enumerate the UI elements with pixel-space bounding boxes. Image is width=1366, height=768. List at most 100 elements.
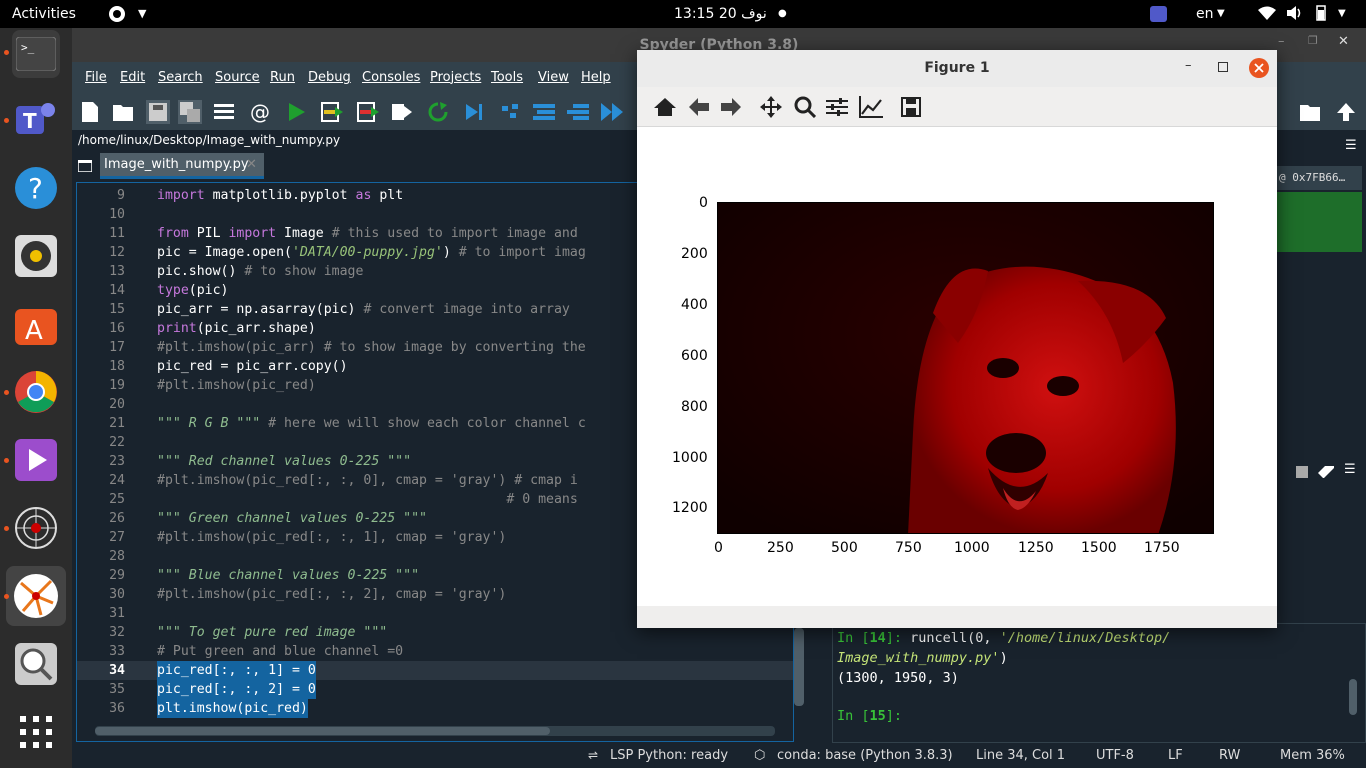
running-indicator	[4, 526, 9, 531]
app-menu-arrow-icon[interactable]: ▼	[138, 0, 146, 28]
run-cell-advance-icon[interactable]	[356, 100, 380, 124]
teams-tray-icon[interactable]	[1150, 6, 1167, 25]
language-indicator[interactable]: en	[1196, 0, 1214, 28]
tab-image-with-numpy[interactable]: Image_with_numpy.py ✕	[100, 153, 264, 179]
code-line[interactable]: 36 plt.imshow(pic_red)	[77, 699, 793, 718]
svg-text:T: T	[23, 109, 37, 133]
figure-minimize-icon[interactable]: –	[1185, 58, 1192, 73]
editor-hscrollbar[interactable]	[95, 726, 775, 736]
stop-icon[interactable]	[1296, 466, 1308, 482]
figure-close-icon[interactable]	[1249, 58, 1269, 82]
menu-search[interactable]: Search	[158, 70, 203, 85]
figure-title: Figure 1	[637, 50, 1277, 87]
back-icon[interactable]	[687, 95, 711, 119]
spyder-close-icon[interactable]: ✕	[1338, 34, 1349, 49]
home-icon[interactable]	[653, 95, 677, 119]
y-tick-label: 200	[681, 246, 708, 262]
app-menu-icon[interactable]	[108, 5, 126, 26]
wifi-icon[interactable]	[1258, 6, 1276, 23]
console-menu-icon[interactable]: ☰	[1344, 462, 1356, 477]
conda-icon: ⬡	[754, 748, 766, 763]
spyder-maximize-icon[interactable]: ❐	[1308, 34, 1318, 47]
apps-grid-icon[interactable]	[12, 708, 60, 756]
eraser-icon[interactable]	[1318, 466, 1334, 482]
running-indicator	[4, 390, 9, 395]
spider-icon[interactable]	[12, 504, 60, 552]
browse-folder-icon[interactable]	[1299, 100, 1323, 124]
at-icon[interactable]: @	[248, 100, 272, 124]
menu-file[interactable]: File	[85, 70, 107, 85]
chrome-icon[interactable]	[12, 368, 60, 416]
terminal-icon[interactable]: >_	[12, 30, 60, 78]
outline-icon[interactable]	[212, 100, 236, 124]
spyder-minimize-icon[interactable]: –	[1278, 34, 1285, 49]
lsp-status: LSP Python: ready	[610, 748, 729, 763]
open-file-icon[interactable]	[112, 100, 136, 124]
red-puppy-image	[718, 203, 1213, 533]
console-toolbar: ☰	[1272, 460, 1366, 488]
software-icon[interactable]: A	[12, 300, 60, 348]
variable-row[interactable]: @ 0x7FB66…	[1277, 166, 1362, 190]
code-line-current[interactable]: 34 pic_red[:, :, 1] = 0	[77, 661, 793, 680]
tab-close-icon[interactable]: ✕	[246, 153, 257, 177]
hscroll-thumb[interactable]	[95, 727, 550, 735]
spyder-icon[interactable]	[6, 566, 66, 626]
step-return-icon[interactable]	[566, 100, 590, 124]
editor-vscrollbar[interactable]	[794, 628, 804, 706]
clock[interactable]: نوف 20 13:15	[674, 0, 767, 28]
new-file-icon[interactable]	[78, 100, 102, 124]
battery-icon[interactable]	[1316, 5, 1326, 24]
code-line[interactable]: 33 # Put green and blue channel =0	[77, 642, 793, 661]
teams-icon[interactable]: T	[12, 96, 60, 144]
menu-debug[interactable]: Debug	[308, 70, 351, 85]
plot-axes[interactable]	[717, 202, 1214, 534]
language-arrow-icon[interactable]: ▼	[1217, 0, 1225, 28]
pane-menu-icon[interactable]: ☰	[1345, 138, 1357, 153]
figure-maximize-icon[interactable]	[1218, 61, 1228, 76]
parent-dir-icon[interactable]	[1334, 100, 1358, 124]
zoom-icon[interactable]	[793, 95, 817, 119]
console-prompt[interactable]: In [15]:	[837, 706, 902, 726]
menu-help[interactable]: Help	[581, 70, 611, 85]
save-file-icon[interactable]	[146, 100, 170, 124]
svg-text:A: A	[25, 316, 43, 345]
volume-icon[interactable]	[1287, 6, 1303, 23]
magnifier-icon[interactable]	[12, 640, 60, 688]
menu-consoles[interactable]: Consoles	[362, 70, 420, 85]
run-selection-icon[interactable]	[390, 100, 414, 124]
run-cell-icon[interactable]	[320, 100, 344, 124]
x-tick-label: 500	[831, 540, 858, 556]
configure-icon[interactable]	[825, 95, 849, 119]
rhythmbox-icon[interactable]	[12, 232, 60, 280]
x-tick-label: 1500	[1081, 540, 1117, 556]
menu-run[interactable]: Run	[270, 70, 295, 85]
debug-icon[interactable]	[462, 100, 486, 124]
menu-edit[interactable]: Edit	[120, 70, 145, 85]
forward-icon[interactable]	[719, 95, 743, 119]
help-icon[interactable]: ?	[12, 164, 60, 212]
run-icon[interactable]	[284, 100, 308, 124]
variable-row-selected[interactable]	[1277, 192, 1362, 252]
activities-button[interactable]: Activities	[12, 0, 76, 28]
save-icon[interactable]	[899, 95, 923, 119]
menu-projects[interactable]: Projects	[430, 70, 481, 85]
memory-usage: Mem 36%	[1280, 748, 1345, 763]
pan-icon[interactable]	[759, 95, 783, 119]
code-line[interactable]: 35 pic_red[:, :, 2] = 0	[77, 680, 793, 699]
console-scrollbar[interactable]	[1349, 679, 1357, 715]
system-menu-arrow-icon[interactable]: ▼	[1338, 0, 1346, 28]
step-into-icon[interactable]	[532, 100, 556, 124]
step-icon[interactable]	[498, 100, 522, 124]
menu-tools[interactable]: Tools	[491, 70, 523, 85]
ipython-console[interactable]: In [14]: runcell(0, '/home/linux/Desktop…	[832, 623, 1366, 743]
running-indicator	[4, 458, 9, 463]
save-all-icon[interactable]	[178, 100, 202, 124]
edit-curves-icon[interactable]	[859, 95, 883, 119]
rerun-icon[interactable]	[426, 100, 450, 124]
menu-source[interactable]: Source	[215, 70, 260, 85]
console-output: (1300, 1950, 3)	[837, 670, 959, 686]
media-icon[interactable]	[12, 436, 60, 484]
tab-browse-icon[interactable]	[77, 159, 93, 176]
menu-view[interactable]: View	[538, 70, 569, 85]
continue-icon[interactable]	[600, 100, 624, 124]
